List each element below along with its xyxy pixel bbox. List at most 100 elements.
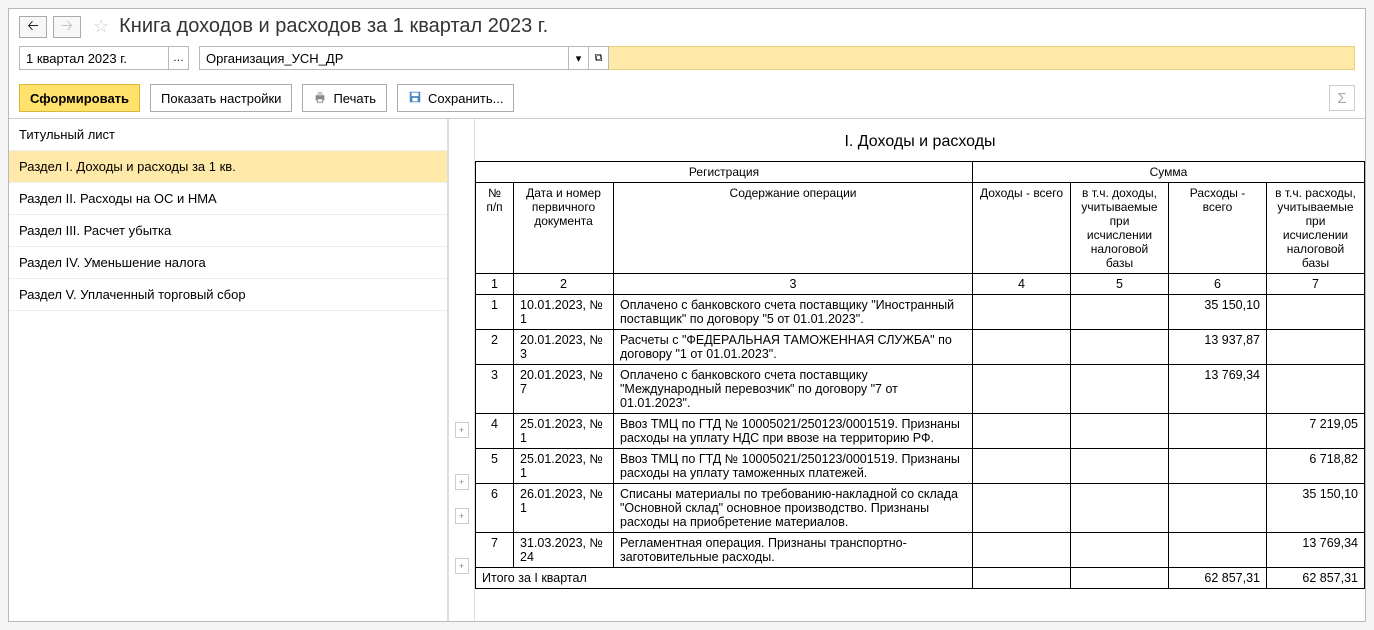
cell-expense-tax: 6 718,82 — [1267, 449, 1365, 484]
cell-n: 1 — [476, 295, 514, 330]
th-income-total: Доходы - всего — [973, 183, 1071, 274]
table-row[interactable]: 110.01.2023, № 1Оплачено с банковского с… — [476, 295, 1365, 330]
report-table: Регистрация Сумма № п/п Дата и номер пер… — [475, 161, 1365, 589]
cell-income-tax — [1071, 295, 1169, 330]
cell-income-tax — [1071, 414, 1169, 449]
show-settings-button[interactable]: Показать настройки — [150, 84, 292, 112]
cell-income-tax — [1071, 484, 1169, 533]
cell-desc: Расчеты с "ФЕДЕРАЛЬНАЯ ТАМОЖЕННАЯ СЛУЖБА… — [614, 330, 973, 365]
cell-desc: Списаны материалы по требованию-накладно… — [614, 484, 973, 533]
cell-income-tax — [1071, 533, 1169, 568]
cell-desc: Оплачено с банковского счета поставщику … — [614, 295, 973, 330]
idx-1: 1 — [476, 274, 514, 295]
table-row[interactable]: 731.03.2023, № 24Регламентная операция. … — [476, 533, 1365, 568]
table-row[interactable]: 525.01.2023, № 1Ввоз ТМЦ по ГТД № 100050… — [476, 449, 1365, 484]
organization-input[interactable] — [199, 46, 569, 70]
sidebar-item-section2[interactable]: Раздел II. Расходы на ОС и НМА — [9, 183, 447, 215]
cell-expense-total: 35 150,10 — [1169, 295, 1267, 330]
th-income-tax: в т.ч. доходы, учитываемые при исчислени… — [1071, 183, 1169, 274]
cell-income-total — [973, 295, 1071, 330]
table-row[interactable]: 220.01.2023, № 3Расчеты с "ФЕДЕРАЛЬНАЯ Т… — [476, 330, 1365, 365]
expand-icon[interactable]: + — [455, 474, 469, 490]
print-button[interactable]: Печать — [302, 84, 387, 112]
sidebar-item-section3[interactable]: Раздел III. Расчет убытка — [9, 215, 447, 247]
idx-3: 3 — [614, 274, 973, 295]
cell-expense-tax — [1267, 330, 1365, 365]
cell-desc: Оплачено с банковского счета поставщику … — [614, 365, 973, 414]
filters-row: … ▾ ⧉ — [9, 42, 1365, 74]
cell-expense-tax: 7 219,05 — [1267, 414, 1365, 449]
cell-expense-total — [1169, 414, 1267, 449]
total-c7: 62 857,31 — [1267, 568, 1365, 589]
organization-dropdown-button[interactable]: ▾ — [569, 46, 589, 70]
nav-forward-button[interactable]: 🡢 — [53, 16, 81, 38]
expand-icon[interactable]: + — [455, 558, 469, 574]
cell-income-tax — [1071, 365, 1169, 414]
save-button[interactable]: Сохранить... — [397, 84, 514, 112]
sidebar-item-title-page[interactable]: Титульный лист — [9, 119, 447, 151]
org-select-wrap: ▾ ⧉ — [199, 46, 1355, 70]
th-doc: Дата и номер первичного документа — [514, 183, 614, 274]
outline-gutter: + + + + — [449, 119, 475, 621]
filter-highlight-bar — [609, 46, 1355, 70]
report-panel: I. Доходы и расходы Регистрация Сумма № … — [475, 119, 1365, 621]
cell-expense-tax: 35 150,10 — [1267, 484, 1365, 533]
favorite-star-icon[interactable]: ☆ — [93, 16, 109, 37]
total-c4 — [973, 568, 1071, 589]
idx-7: 7 — [1267, 274, 1365, 295]
report-title: I. Доходы и расходы — [475, 119, 1365, 161]
period-dropdown-button[interactable]: … — [169, 46, 189, 70]
idx-5: 5 — [1071, 274, 1169, 295]
th-registration: Регистрация — [476, 162, 973, 183]
cell-income-tax — [1071, 449, 1169, 484]
cell-expense-tax — [1267, 365, 1365, 414]
expand-icon[interactable]: + — [455, 422, 469, 438]
table-row[interactable]: 320.01.2023, № 7Оплачено с банковского с… — [476, 365, 1365, 414]
cell-n: 7 — [476, 533, 514, 568]
cell-income-total — [973, 484, 1071, 533]
cell-income-total — [973, 365, 1071, 414]
total-c6: 62 857,31 — [1169, 568, 1267, 589]
generate-button[interactable]: Сформировать — [19, 84, 140, 112]
cell-desc: Регламентная операция. Признаны транспор… — [614, 533, 973, 568]
idx-2: 2 — [514, 274, 614, 295]
page-title: Книга доходов и расходов за 1 квартал 20… — [119, 15, 548, 38]
cell-n: 3 — [476, 365, 514, 414]
cell-expense-total: 13 937,87 — [1169, 330, 1267, 365]
cell-n: 4 — [476, 414, 514, 449]
sidebar: Титульный лист Раздел I. Доходы и расход… — [9, 119, 449, 621]
header-bar: 🡠 🡢 ☆ Книга доходов и расходов за 1 квар… — [9, 9, 1365, 42]
period-input[interactable] — [19, 46, 169, 70]
th-num: № п/п — [476, 183, 514, 274]
cell-doc: 25.01.2023, № 1 — [514, 449, 614, 484]
cell-income-total — [973, 449, 1071, 484]
cell-income-total — [973, 414, 1071, 449]
expand-icon[interactable]: + — [455, 508, 469, 524]
main-area: + + + + I. Доходы и расходы Регистрация … — [449, 119, 1365, 621]
cell-income-total — [973, 533, 1071, 568]
idx-4: 4 — [973, 274, 1071, 295]
th-expense-tax: в т.ч. расходы, учитываемые при исчислен… — [1267, 183, 1365, 274]
sidebar-item-section4[interactable]: Раздел IV. Уменьшение налога — [9, 247, 447, 279]
cell-expense-tax: 13 769,34 — [1267, 533, 1365, 568]
sigma-button[interactable]: Σ — [1329, 85, 1355, 111]
table-row[interactable]: 626.01.2023, № 1Списаны материалы по тре… — [476, 484, 1365, 533]
organization-open-button[interactable]: ⧉ — [589, 46, 609, 70]
cell-expense-total — [1169, 449, 1267, 484]
cell-expense-total: 13 769,34 — [1169, 365, 1267, 414]
sidebar-item-section5[interactable]: Раздел V. Уплаченный торговый сбор — [9, 279, 447, 311]
cell-income-total — [973, 330, 1071, 365]
cell-doc: 25.01.2023, № 1 — [514, 414, 614, 449]
app-window: 🡠 🡢 ☆ Книга доходов и расходов за 1 квар… — [8, 8, 1366, 622]
table-row[interactable]: 425.01.2023, № 1Ввоз ТМЦ по ГТД № 100050… — [476, 414, 1365, 449]
cell-n: 6 — [476, 484, 514, 533]
cell-desc: Ввоз ТМЦ по ГТД № 10005021/250123/000151… — [614, 414, 973, 449]
sidebar-item-section1[interactable]: Раздел I. Доходы и расходы за 1 кв. — [9, 151, 447, 183]
cell-doc: 20.01.2023, № 3 — [514, 330, 614, 365]
nav-back-button[interactable]: 🡠 — [19, 16, 47, 38]
print-label: Печать — [333, 91, 376, 106]
total-c5 — [1071, 568, 1169, 589]
cell-desc: Ввоз ТМЦ по ГТД № 10005021/250123/000151… — [614, 449, 973, 484]
cell-doc: 10.01.2023, № 1 — [514, 295, 614, 330]
save-icon — [408, 90, 422, 107]
